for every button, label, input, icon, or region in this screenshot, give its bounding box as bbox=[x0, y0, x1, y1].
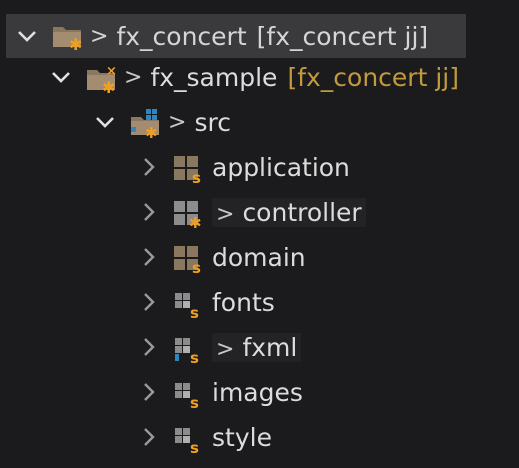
tree-item-package[interactable]: s domain bbox=[136, 235, 306, 279]
chevron-right-icon[interactable] bbox=[136, 244, 162, 270]
svg-text:s: s bbox=[192, 259, 201, 274]
project-folder-icon: × ✱ bbox=[84, 62, 118, 94]
repo-decoration: [fx_concert jj] bbox=[287, 62, 459, 92]
module-name: fx_sample bbox=[150, 62, 278, 92]
dirty-marker: > bbox=[124, 64, 143, 90]
chevron-right-icon[interactable] bbox=[136, 334, 162, 360]
tree-item-package[interactable]: s style bbox=[136, 415, 272, 459]
project-folder-icon: ✱ bbox=[50, 21, 84, 51]
package-label: style bbox=[212, 422, 272, 452]
dirty-marker: > bbox=[216, 201, 235, 227]
source-folder-name: src bbox=[194, 107, 231, 137]
svg-text:s: s bbox=[192, 169, 201, 184]
svg-text:s: s bbox=[190, 439, 199, 454]
svg-text:×: × bbox=[106, 64, 117, 79]
package-label: fonts bbox=[212, 287, 275, 317]
repo-decoration: [fx_concert jj] bbox=[256, 21, 429, 51]
chevron-right-icon[interactable] bbox=[136, 379, 162, 405]
dirty-marker: > bbox=[90, 23, 109, 49]
svg-text:✱: ✱ bbox=[189, 214, 202, 229]
dirty-marker: > bbox=[216, 336, 235, 362]
package-icon: s bbox=[172, 152, 206, 184]
source-folder-icon: ✱ bbox=[128, 107, 162, 139]
tree-item-module[interactable]: × ✱ > fx_sample [fx_concert jj] bbox=[48, 55, 459, 99]
chevron-right-icon[interactable] bbox=[136, 424, 162, 450]
package-label: controller bbox=[242, 197, 362, 227]
package-label: fxml bbox=[242, 332, 298, 362]
chevron-down-icon[interactable] bbox=[14, 23, 40, 49]
tree-item-package[interactable]: s images bbox=[136, 370, 303, 414]
chevron-right-icon[interactable] bbox=[136, 289, 162, 315]
chevron-right-icon[interactable] bbox=[136, 199, 162, 225]
empty-package-icon: s bbox=[172, 422, 206, 454]
svg-text:✱: ✱ bbox=[69, 35, 82, 51]
tree-item-project[interactable]: ✱ > fx_concert [fx_concert jj] bbox=[6, 14, 466, 58]
project-name: fx_concert bbox=[116, 21, 247, 51]
svg-text:s: s bbox=[190, 394, 199, 409]
chevron-down-icon[interactable] bbox=[48, 64, 74, 90]
dirty-marker: > bbox=[168, 109, 187, 135]
tree-item-package[interactable]: ✱ > controller bbox=[136, 190, 366, 234]
empty-package-icon: s bbox=[172, 377, 206, 409]
chevron-right-icon[interactable] bbox=[136, 154, 162, 180]
empty-package-icon: s bbox=[172, 287, 206, 319]
svg-text:s: s bbox=[190, 349, 199, 364]
package-label-box: > fxml bbox=[212, 332, 302, 362]
tree-item-package[interactable]: s > fxml bbox=[136, 325, 302, 369]
empty-package-icon: s bbox=[172, 332, 206, 364]
package-icon: s bbox=[172, 242, 206, 274]
partial-tree-item bbox=[150, 460, 400, 468]
package-label: domain bbox=[212, 242, 306, 272]
svg-text:s: s bbox=[190, 304, 199, 319]
project-explorer-tree: ✱ > fx_concert [fx_concert jj] × ✱ > fx_… bbox=[0, 0, 519, 468]
tree-item-package[interactable]: s application bbox=[136, 145, 350, 189]
svg-text:✱: ✱ bbox=[102, 78, 115, 94]
package-label-box: > controller bbox=[212, 197, 366, 227]
package-label: images bbox=[212, 377, 303, 407]
tree-item-src[interactable]: ✱ > src bbox=[92, 100, 231, 144]
package-label: application bbox=[212, 152, 350, 182]
tree-item-package[interactable]: s fonts bbox=[136, 280, 275, 324]
chevron-down-icon[interactable] bbox=[92, 109, 118, 135]
package-icon: ✱ bbox=[172, 197, 206, 229]
svg-text:✱: ✱ bbox=[145, 124, 158, 139]
